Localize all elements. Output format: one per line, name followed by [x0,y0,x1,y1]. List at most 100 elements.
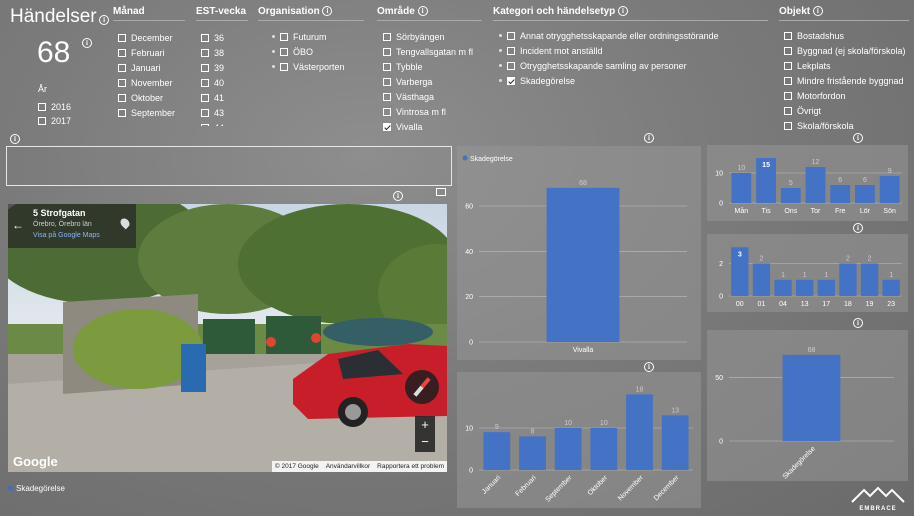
org-option[interactable]: Västerporten [272,59,364,74]
category-option[interactable]: Skadegörelse [499,73,768,88]
week-option[interactable]: 43 [201,105,248,120]
checkbox[interactable] [784,46,792,55]
org-option[interactable]: Futurum [272,29,364,44]
week-option[interactable]: 40 [201,75,248,90]
bar[interactable] [661,415,689,470]
area-option[interactable]: Tengvallsgatan m fl [383,44,482,59]
compass-icon[interactable] [405,370,439,404]
bar[interactable] [519,436,546,470]
checkbox[interactable] [118,33,126,42]
back-arrow-icon[interactable]: ← [12,218,24,232]
object-option[interactable]: Övrigt [784,103,909,118]
bar[interactable] [546,187,620,342]
area-option[interactable]: Vivalla [383,119,482,134]
object-option[interactable]: Bostadshus [784,28,909,43]
week-option[interactable]: 36 [201,30,248,45]
checkbox[interactable] [118,48,126,57]
week-option[interactable]: 38 [201,45,248,60]
object-option[interactable]: Lekplats [784,58,909,73]
org-option[interactable]: ÖBO [272,44,364,59]
area-option[interactable]: Tybble [383,59,482,74]
checkbox[interactable] [118,93,126,102]
object-option[interactable]: Motorfordon [784,88,909,103]
bar[interactable] [731,173,752,203]
year-option[interactable]: 2017 [38,114,71,128]
area-option[interactable]: Vintrosa m fl [383,104,482,119]
month-option[interactable]: Januari [118,60,185,75]
bar[interactable] [796,279,814,296]
info-icon[interactable]: i [417,6,428,17]
checkbox[interactable] [280,62,288,71]
location-pin-icon[interactable] [118,216,132,230]
bar[interactable] [805,167,826,203]
bar[interactable] [830,185,851,203]
bar[interactable] [774,279,792,296]
object-option[interactable]: Mindre fristående byggnad [784,73,909,88]
info-icon[interactable]: i [99,14,110,25]
checkbox[interactable] [383,47,391,56]
bar[interactable] [626,394,653,470]
report-problem-link[interactable]: Rapportera ett problem [377,463,444,470]
month-option[interactable]: Februari [118,45,185,60]
bar[interactable] [590,428,618,470]
bar[interactable] [879,176,900,203]
checkbox[interactable] [507,31,515,40]
info-icon[interactable]: i [853,318,863,328]
year-option[interactable]: 2016 [38,100,71,114]
checkbox[interactable] [784,31,792,40]
checkbox[interactable] [201,33,209,42]
bar[interactable] [882,279,900,296]
checkbox[interactable] [784,106,792,115]
week-option[interactable]: 39 [201,60,248,75]
category-option[interactable]: Otrygghetsskapande samling av personer [499,58,768,73]
checkbox[interactable] [383,77,391,86]
week-option[interactable]: 44 [201,120,248,126]
checkbox[interactable] [118,78,126,87]
street-view-map[interactable]: ← 5 Strofgatan Örebro, Örebro län Visa p… [8,204,447,472]
google-maps-link[interactable]: Visa på Google Maps [33,232,100,239]
checkbox[interactable] [201,78,209,87]
bar[interactable] [483,432,511,470]
object-option[interactable]: Skola/förskola [784,118,909,133]
checkbox[interactable] [784,76,792,85]
checkbox[interactable] [280,32,288,41]
category-option[interactable]: Incident mot anställd [499,43,768,58]
area-option[interactable]: Varberga [383,74,482,89]
bar[interactable] [817,279,835,296]
info-icon[interactable]: i [618,6,629,17]
checkbox[interactable] [383,107,391,116]
checkbox[interactable] [507,46,515,55]
bar[interactable] [855,185,875,203]
checkbox[interactable] [784,91,792,100]
checkbox[interactable] [507,76,515,85]
bar[interactable] [752,263,771,297]
zoom-out-button[interactable]: − [415,434,435,450]
bar[interactable] [780,188,801,203]
info-icon[interactable]: i [853,223,863,233]
checkbox[interactable] [201,108,209,117]
checkbox[interactable] [383,32,391,41]
checkbox[interactable] [201,63,209,72]
info-icon[interactable]: i [322,6,333,17]
category-option[interactable]: Annat otrygghetsskapande eller ordningss… [499,28,768,43]
info-icon[interactable]: i [82,38,92,48]
info-icon[interactable]: i [812,6,823,17]
bar[interactable] [554,428,582,470]
object-option[interactable]: Byggnad (ej skola/förskola) [784,43,909,58]
month-option[interactable]: September [118,105,185,120]
terms-link[interactable]: Användarvillkor [326,463,370,470]
area-option[interactable]: Västhaga [383,89,482,104]
checkbox[interactable] [784,121,792,130]
week-option[interactable]: 41 [201,90,248,105]
expand-icon[interactable] [436,188,446,196]
checkbox[interactable] [280,47,288,56]
checkbox[interactable] [118,108,126,117]
checkbox[interactable] [38,117,46,125]
info-icon[interactable]: i [644,362,654,372]
area-option[interactable]: Sörbyängen [383,29,482,44]
bar[interactable] [860,263,879,297]
checkbox[interactable] [784,61,792,70]
month-option[interactable]: Oktober [118,90,185,105]
checkbox[interactable] [383,62,391,71]
bar[interactable] [782,354,841,441]
